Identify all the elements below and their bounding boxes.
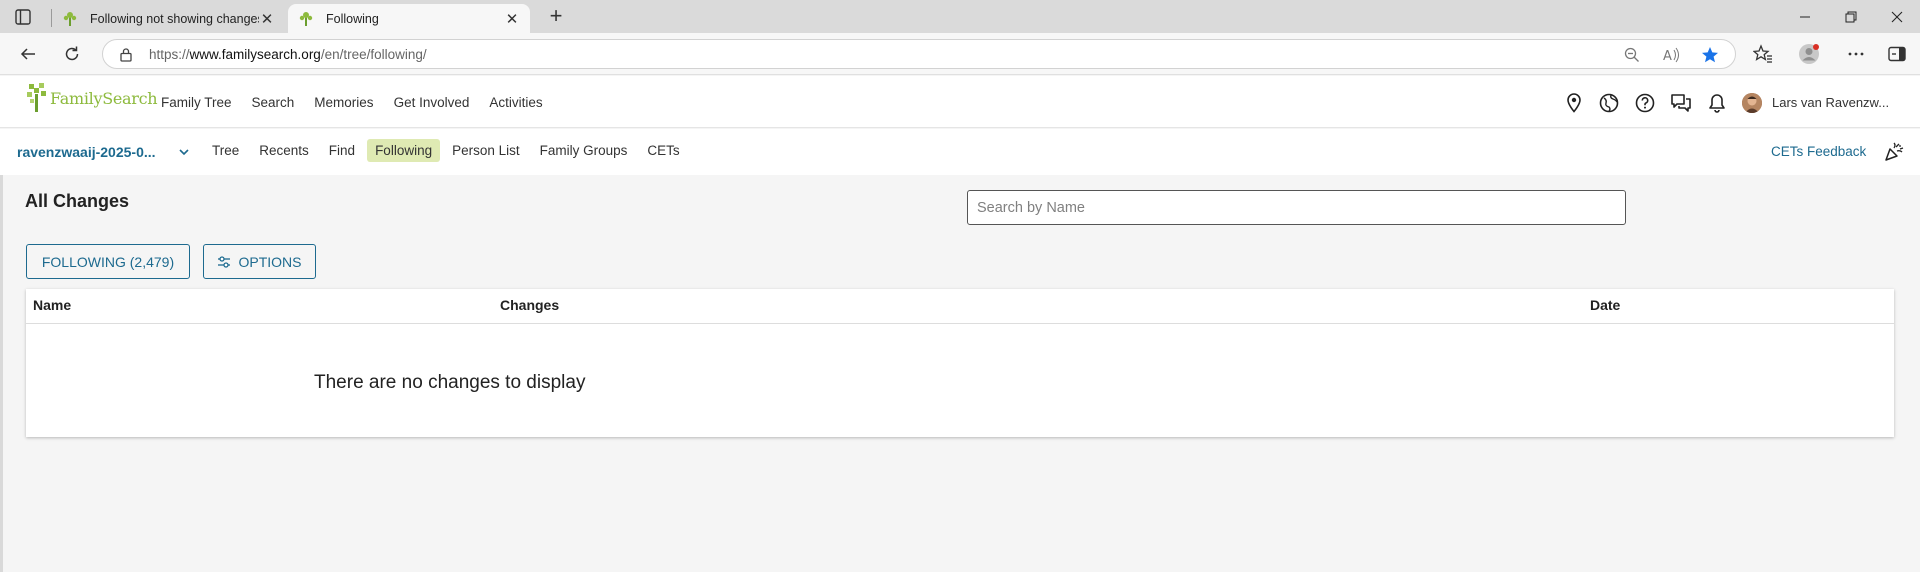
options-label: OPTIONS: [238, 253, 302, 270]
header-divider: [26, 323, 1894, 324]
favorite-star-icon[interactable]: [1701, 46, 1719, 64]
search-by-name-input[interactable]: [967, 190, 1626, 225]
familysearch-tree-favicon-icon: [62, 11, 78, 27]
subnav-recents[interactable]: Recents: [251, 139, 317, 162]
read-aloud-icon[interactable]: A: [1662, 46, 1680, 64]
favorites-icon[interactable]: [1752, 43, 1774, 65]
restore-icon[interactable]: [1828, 0, 1874, 33]
sidebar-icon[interactable]: [1886, 43, 1908, 65]
nav-get-involved[interactable]: Get Involved: [394, 95, 470, 110]
tab-title: Following: [326, 11, 379, 26]
nav-activities[interactable]: Activities: [489, 95, 542, 110]
familysearch-tree-favicon-icon: [298, 11, 314, 27]
help-icon[interactable]: [1634, 92, 1656, 114]
browser-tab-1[interactable]: Following not showing changes o ✕: [52, 4, 285, 33]
party-popper-icon[interactable]: [1884, 142, 1904, 165]
familysearch-logo[interactable]: FamilySearch: [26, 82, 158, 114]
messages-icon[interactable]: [1670, 92, 1692, 114]
subnav-cets[interactable]: CETs: [639, 139, 687, 162]
subnav-tree[interactable]: Tree: [204, 139, 247, 162]
logo-text: FamilySearch: [50, 88, 158, 108]
subnav-family-groups[interactable]: Family Groups: [532, 139, 636, 162]
page-title: All Changes: [25, 191, 130, 211]
column-header-date[interactable]: Date: [1590, 297, 1620, 313]
location-pin-icon[interactable]: [1563, 92, 1585, 114]
address-bar[interactable]: https://www.familysearch.org/en/tree/fol…: [102, 39, 1736, 69]
bell-icon[interactable]: [1706, 92, 1728, 114]
tree-selector[interactable]: ravenzwaaij-2025-0...: [17, 144, 156, 160]
subnav-find[interactable]: Find: [321, 139, 363, 162]
subnav-person-list[interactable]: Person List: [444, 139, 528, 162]
page-edge: [0, 175, 3, 572]
url-text: https://www.familysearch.org/en/tree/fol…: [149, 47, 427, 62]
back-icon[interactable]: [16, 42, 40, 66]
following-count-button[interactable]: FOLLOWING (2,479): [26, 244, 190, 279]
following-count-label: FOLLOWING (2,479): [41, 253, 175, 270]
more-icon[interactable]: [1845, 43, 1867, 65]
column-header-changes[interactable]: Changes: [500, 297, 559, 313]
tab-title: Following not showing changes o: [90, 11, 259, 26]
options-button[interactable]: OPTIONS: [203, 244, 316, 279]
svg-text:A: A: [1663, 49, 1672, 64]
avatar[interactable]: [1742, 93, 1762, 113]
window-close-icon[interactable]: [1874, 0, 1920, 33]
cets-feedback-link[interactable]: CETs Feedback: [1771, 144, 1866, 159]
tab-actions-icon[interactable]: [14, 8, 32, 26]
sliders-icon: [217, 255, 231, 269]
subnav-items: Tree Recents Find Following Person List …: [204, 139, 692, 162]
new-tab-button[interactable]: +: [543, 5, 569, 29]
empty-state-message: There are no changes to display: [314, 372, 586, 393]
user-name[interactable]: Lars van Ravenzw...: [1772, 95, 1889, 110]
minimize-icon[interactable]: [1782, 0, 1828, 33]
browser-toolbar: https://www.familysearch.org/en/tree/fol…: [0, 33, 1920, 75]
close-icon[interactable]: ✕: [504, 10, 520, 28]
tree-subnav: ravenzwaaij-2025-0... Tree Recents Find …: [0, 129, 1920, 175]
globe-icon[interactable]: [1598, 92, 1620, 114]
refresh-icon[interactable]: [60, 42, 84, 66]
main-nav: Family Tree Search Memories Get Involved…: [161, 76, 563, 128]
column-header-name[interactable]: Name: [33, 297, 71, 313]
changes-table: Name Changes Date There are no changes t…: [26, 289, 1894, 437]
nav-family-tree[interactable]: Family Tree: [161, 95, 232, 110]
close-icon[interactable]: ✕: [259, 10, 275, 28]
familysearch-tree-logo-icon: [27, 83, 46, 112]
lock-icon[interactable]: [119, 47, 133, 65]
browser-tab-strip: Following not showing changes o ✕ Follow…: [0, 0, 1920, 33]
zoom-icon[interactable]: [1623, 46, 1641, 64]
subnav-following[interactable]: Following: [367, 139, 441, 162]
chevron-down-icon[interactable]: [178, 145, 190, 161]
site-header: FamilySearch Family Tree Search Memories…: [0, 76, 1920, 128]
nav-memories[interactable]: Memories: [314, 95, 373, 110]
browser-tab-2[interactable]: Following ✕: [288, 4, 530, 33]
nav-search[interactable]: Search: [252, 95, 295, 110]
profile-icon[interactable]: [1798, 43, 1820, 65]
